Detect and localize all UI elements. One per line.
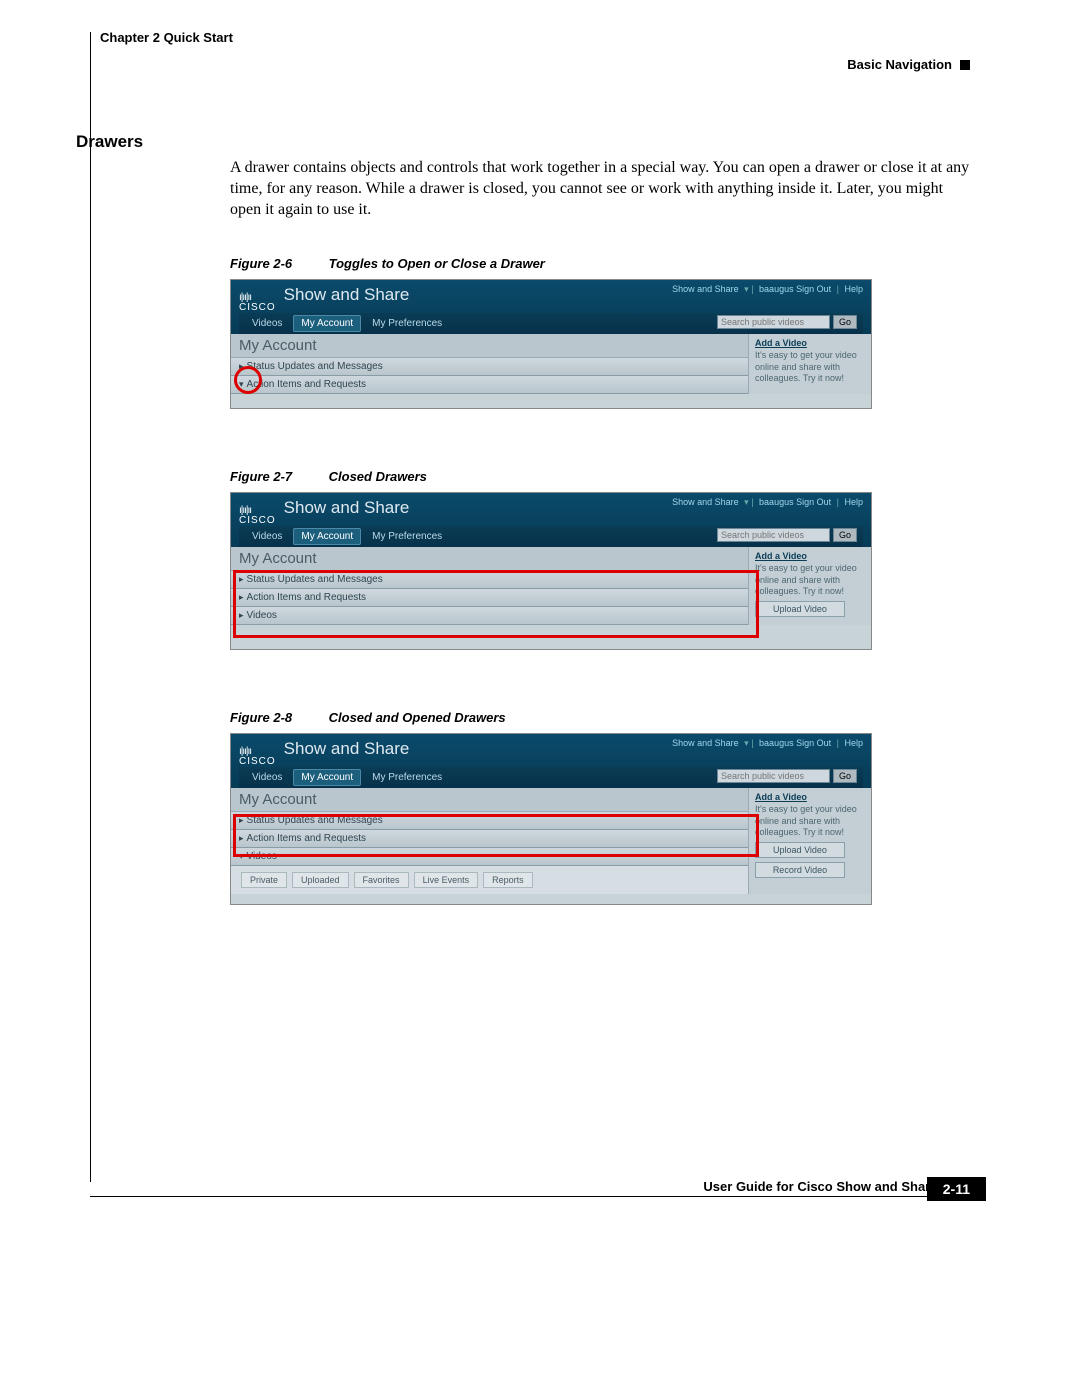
search-input[interactable] [717,528,830,542]
record-video-button[interactable]: Record Video [755,862,845,878]
go-button[interactable]: Go [833,315,857,329]
chevron-down-icon: ▾ [239,851,244,861]
decor-square [960,60,970,70]
section-label: Basic Navigation [847,57,952,72]
page-number: 2-11 [927,1177,986,1201]
tab-my-account[interactable]: My Account [293,769,361,786]
subtab-live-events[interactable]: Live Events [414,872,479,888]
link-signout[interactable]: baaugus Sign Out [759,738,831,748]
subtab-favorites[interactable]: Favorites [354,872,409,888]
side-heading[interactable]: Add a Video [755,551,865,561]
chevron-right-icon: ▸ [239,833,244,843]
figure-number: Figure 2-7 [230,469,325,484]
drawer-status[interactable]: ▸Status Updates and Messages [231,358,748,376]
subtab-private[interactable]: Private [241,872,287,888]
figure-number: Figure 2-8 [230,710,325,725]
margin-rule [90,32,91,1182]
chevron-down-icon: ▾ [239,379,244,389]
cisco-logo: ı|ıı|ıı CISCO [239,747,276,767]
figure-2-7: Show and Share ▾ | baaugus Sign Out | He… [230,492,872,650]
chevron-right-icon: ▸ [239,592,244,602]
chevron-right-icon: ▸ [239,815,244,825]
cisco-logo: ı|ıı|ıı CISCO [239,506,276,526]
link-help[interactable]: Help [844,284,863,294]
go-button[interactable]: Go [833,528,857,542]
drawer-action[interactable]: ▸Action Items and Requests [231,589,748,607]
link-signout[interactable]: baaugus Sign Out [759,497,831,507]
side-text: It's easy to get your video online and s… [755,350,865,384]
top-links: Show and Share ▾ | baaugus Sign Out | He… [672,738,863,749]
drawer-action[interactable]: ▸Action Items and Requests [231,830,748,848]
link-help[interactable]: Help [844,738,863,748]
figure-number: Figure 2-6 [230,256,325,271]
figure-title: Toggles to Open or Close a Drawer [329,256,545,271]
subtab-reports[interactable]: Reports [483,872,533,888]
go-button[interactable]: Go [833,769,857,783]
cisco-logo: ı|ıı|ıı CISCO [239,293,276,313]
side-heading[interactable]: Add a Video [755,792,865,802]
figure-title: Closed Drawers [329,469,427,484]
link-signout[interactable]: baaugus Sign Out [759,284,831,294]
side-heading[interactable]: Add a Video [755,338,865,348]
brand-title: Show and Share [284,285,410,305]
side-text: It's easy to get your video online and s… [755,563,865,597]
tab-videos[interactable]: Videos [245,316,289,331]
body-paragraph: A drawer contains objects and controls t… [230,158,970,220]
page-title: My Account [231,788,748,812]
tab-my-preferences[interactable]: My Preferences [365,770,449,785]
tab-my-preferences[interactable]: My Preferences [365,529,449,544]
figure-2-6: Show and Share ▾ | baaugus Sign Out | He… [230,279,872,409]
link-show-share[interactable]: Show and Share [672,497,739,507]
figure-caption: Figure 2-6 Toggles to Open or Close a Dr… [230,256,970,271]
page-title: My Account [231,334,748,358]
drawer-videos[interactable]: ▾Videos [231,848,748,866]
brand-title: Show and Share [284,739,410,759]
chevron-right-icon: ▸ [239,361,244,371]
drawer-action[interactable]: ▾Action Items and Requests [231,376,748,394]
chevron-right-icon: ▸ [239,610,244,620]
top-links: Show and Share ▾ | baaugus Sign Out | He… [672,284,863,295]
top-links: Show and Share ▾ | baaugus Sign Out | He… [672,497,863,508]
link-show-share[interactable]: Show and Share [672,284,739,294]
drawer-status[interactable]: ▸Status Updates and Messages [231,571,748,589]
tab-videos[interactable]: Videos [245,529,289,544]
section-heading: Drawers [76,132,970,152]
drawer-videos[interactable]: ▸Videos [231,607,748,625]
page-title: My Account [231,547,748,571]
tab-my-account[interactable]: My Account [293,315,361,332]
link-show-share[interactable]: Show and Share [672,738,739,748]
search-input[interactable] [717,769,830,783]
side-text: It's easy to get your video online and s… [755,804,865,838]
search-input[interactable] [717,315,830,329]
footer-title: User Guide for Cisco Show and Share 5.3.… [90,1179,970,1194]
tab-my-preferences[interactable]: My Preferences [365,316,449,331]
figure-2-8: Show and Share ▾ | baaugus Sign Out | He… [230,733,872,905]
tab-my-account[interactable]: My Account [293,528,361,545]
upload-video-button[interactable]: Upload Video [755,601,845,617]
figure-title: Closed and Opened Drawers [329,710,506,725]
chevron-right-icon: ▸ [239,574,244,584]
figure-caption: Figure 2-8 Closed and Opened Drawers [230,710,970,725]
brand-title: Show and Share [284,498,410,518]
drawer-status[interactable]: ▸Status Updates and Messages [231,812,748,830]
upload-video-button[interactable]: Upload Video [755,842,845,858]
figure-caption: Figure 2-7 Closed Drawers [230,469,970,484]
link-help[interactable]: Help [844,497,863,507]
tab-videos[interactable]: Videos [245,770,289,785]
subtab-uploaded[interactable]: Uploaded [292,872,349,888]
chapter-label: Chapter 2 Quick Start [100,30,233,45]
